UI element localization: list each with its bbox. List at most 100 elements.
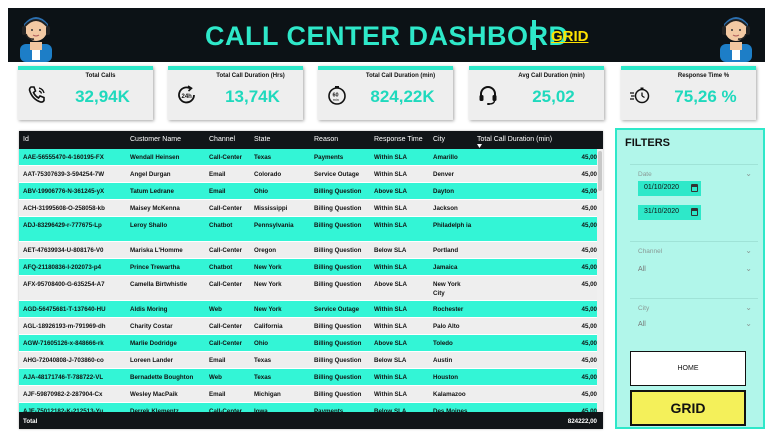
cell-id: AGW-71605126-x-848666-rk	[23, 340, 104, 347]
cell-channel: Email	[209, 188, 226, 195]
table-row[interactable]: AGW-71605126-x-848666-rk Marlie Dodridge C…	[19, 335, 597, 352]
svg-text:min: min	[333, 98, 339, 102]
dashboard-page: CALL CENTER DASHBORD GRID Total Calls 32…	[0, 0, 773, 437]
table-row[interactable]: AHG-72040808-J-703860-co Loreen Lander Ema…	[19, 352, 597, 369]
cell-duration: 45,00	[581, 306, 597, 313]
cell-id: AFX-95708400-G-635254-A7	[23, 281, 105, 288]
date-filter-label: Date	[638, 171, 652, 178]
cell-id: AGL-18926193-m-791969-dh	[23, 323, 106, 330]
column-header-city[interactable]: City	[433, 136, 445, 143]
cell-city: Austin	[433, 357, 453, 364]
cell-response: Above SLA	[374, 188, 408, 195]
cell-reason: Billing Question	[314, 247, 362, 254]
cell-duration: 45,00	[581, 340, 597, 347]
column-header-total-call-duration[interactable]: Total Call Duration (min)	[477, 136, 552, 143]
cell-id: AGD-56475681-T-137640-HU	[23, 306, 106, 313]
channel-filter[interactable]: Channel ⌄ All ⌄	[630, 241, 758, 286]
table-body: AAE-56555470-4-160195-FX Wendall Heinsen C…	[19, 149, 597, 428]
cell-customer: Angel Durgan	[130, 171, 171, 178]
kpi-total-call-duration-hrs: Total Call Duration (Hrs) 24h 13,74K	[168, 66, 303, 120]
grid-button[interactable]: GRID	[630, 390, 746, 426]
cell-channel: Call-Center	[209, 281, 243, 288]
kpi-label: Response Time %	[677, 73, 730, 79]
table-row[interactable]: AFX-95708400-G-635254-A7 Camella Birtwhis…	[19, 276, 597, 301]
chevron-down-icon[interactable]: ⌄	[745, 303, 752, 312]
home-button[interactable]: HOME	[630, 351, 746, 386]
total-label: Total	[23, 418, 38, 425]
table-row[interactable]: ADJ-83296429-r-777675-Lp Leroy Shallo Chat…	[19, 217, 597, 242]
cell-state: Oregon	[254, 247, 277, 254]
cell-city: Jamaica	[433, 264, 458, 271]
cell-reason: Billing Question	[314, 281, 362, 288]
cell-state: Mississippi	[254, 205, 288, 212]
svg-text:24h: 24h	[182, 94, 193, 100]
column-header-id[interactable]: Id	[23, 136, 29, 143]
calendar-icon[interactable]	[691, 184, 698, 192]
table-row[interactable]: AET-47639934-U-808176-V0 Mariska L'Homme C…	[19, 242, 597, 259]
city-filter[interactable]: City ⌄ All ⌄	[630, 298, 758, 343]
grid-link[interactable]: GRID	[551, 28, 589, 45]
date-from-input[interactable]: 01/10/2020	[638, 181, 701, 196]
table-row[interactable]: AFQ-21180836-I-202073-p4 Prince Trewartha…	[19, 259, 597, 276]
table-scrollbar[interactable]	[597, 149, 603, 412]
cell-channel: Chatbot	[209, 222, 233, 229]
column-header-response-time[interactable]: Response Time	[374, 136, 423, 143]
cell-channel: Call-Center	[209, 340, 243, 347]
cell-state: New York	[254, 264, 282, 271]
kpi-label: Total Call Duration (Hrs)	[216, 73, 285, 79]
cell-reason: Billing Question	[314, 391, 362, 398]
kpi-label: Avg Call Duration (min)	[518, 73, 585, 79]
chevron-down-icon[interactable]: ⌄	[745, 246, 752, 255]
24h-clock-icon: 24h	[178, 85, 195, 104]
column-header-channel[interactable]: Channel	[209, 136, 235, 143]
table-row[interactable]: ABV-19906776-N-361245-yX Tatum Ledrane Ema…	[19, 183, 597, 200]
table-row[interactable]: AAE-56555470-4-160195-FX Wendall Heinsen C…	[19, 149, 597, 166]
cell-customer: Loreen Lander	[130, 357, 173, 364]
cell-city: Amarillo	[433, 154, 458, 161]
column-header-state[interactable]: State	[254, 136, 270, 143]
chevron-down-icon[interactable]: ⌄	[745, 169, 752, 178]
cell-customer: Marlie Dodridge	[130, 340, 177, 347]
table-row[interactable]: AAT-75307639-3-594254-7W Angel Durgan Emai…	[19, 166, 597, 183]
channel-filter-label: Channel	[638, 248, 663, 255]
cell-id: AHG-72040808-J-703860-co	[23, 357, 104, 364]
cell-duration: 45,00	[581, 391, 597, 398]
cell-customer: Leroy Shallo	[130, 222, 168, 229]
column-header-customer-name[interactable]: Customer Name	[130, 136, 181, 143]
cell-city: Philadelph ia	[433, 222, 472, 229]
cell-duration: 45,00	[581, 357, 597, 364]
cell-reason: Billing Question	[314, 340, 362, 347]
calendar-icon[interactable]	[691, 208, 698, 216]
cell-state: New York	[254, 281, 282, 288]
cell-duration: 45,00	[581, 222, 597, 229]
cell-duration: 45,00	[581, 247, 597, 254]
table-row[interactable]: ACH-31995608-O-258058-kb Maisey McKenna Ca…	[19, 200, 597, 217]
cell-response: Within SLA	[374, 222, 407, 229]
table-header: Id Customer Name Channel State Reason Re…	[19, 131, 603, 149]
cell-customer: Maisey McKenna	[130, 205, 180, 212]
city-filter-value[interactable]: All	[638, 321, 646, 328]
cell-channel: Email	[209, 391, 226, 398]
table-row[interactable]: AGL-18926193-m-791969-dh Charity Costar Ca…	[19, 318, 597, 335]
cell-channel: Call-Center	[209, 205, 243, 212]
cell-city: Rochester	[433, 306, 464, 313]
cell-reason: Billing Question	[314, 357, 362, 364]
table-row[interactable]: AGD-56475681-T-137640-HU Aldis Moring Web N…	[19, 301, 597, 318]
cell-id: AJA-48171746-T-788722-VL	[23, 374, 104, 381]
cell-reason: Payments	[314, 154, 344, 161]
table-row[interactable]: AJA-48171746-T-788722-VL Bernadette Bough…	[19, 369, 597, 386]
channel-filter-value[interactable]: All	[638, 266, 646, 273]
date-to-input[interactable]: 31/10/2020	[638, 205, 701, 220]
scrollbar-thumb[interactable]	[598, 151, 602, 191]
cell-reason: Service Outage	[314, 306, 360, 313]
cell-duration: 45,00	[581, 154, 597, 161]
column-header-reason[interactable]: Reason	[314, 136, 338, 143]
kpi-response-time: Response Time % 75,26 %	[621, 66, 756, 120]
table-row[interactable]: AJF-59870982-2-287904-Cx Wesley MacPaik Em…	[19, 386, 597, 403]
city-filter-label: City	[638, 305, 650, 312]
chevron-down-icon[interactable]: ⌄	[745, 319, 752, 328]
sort-descending-icon	[477, 144, 482, 148]
calls-table: Id Customer Name Channel State Reason Re…	[19, 131, 603, 429]
chevron-down-icon[interactable]: ⌄	[745, 264, 752, 273]
cell-customer: Camella Birtwhistle	[130, 281, 188, 288]
